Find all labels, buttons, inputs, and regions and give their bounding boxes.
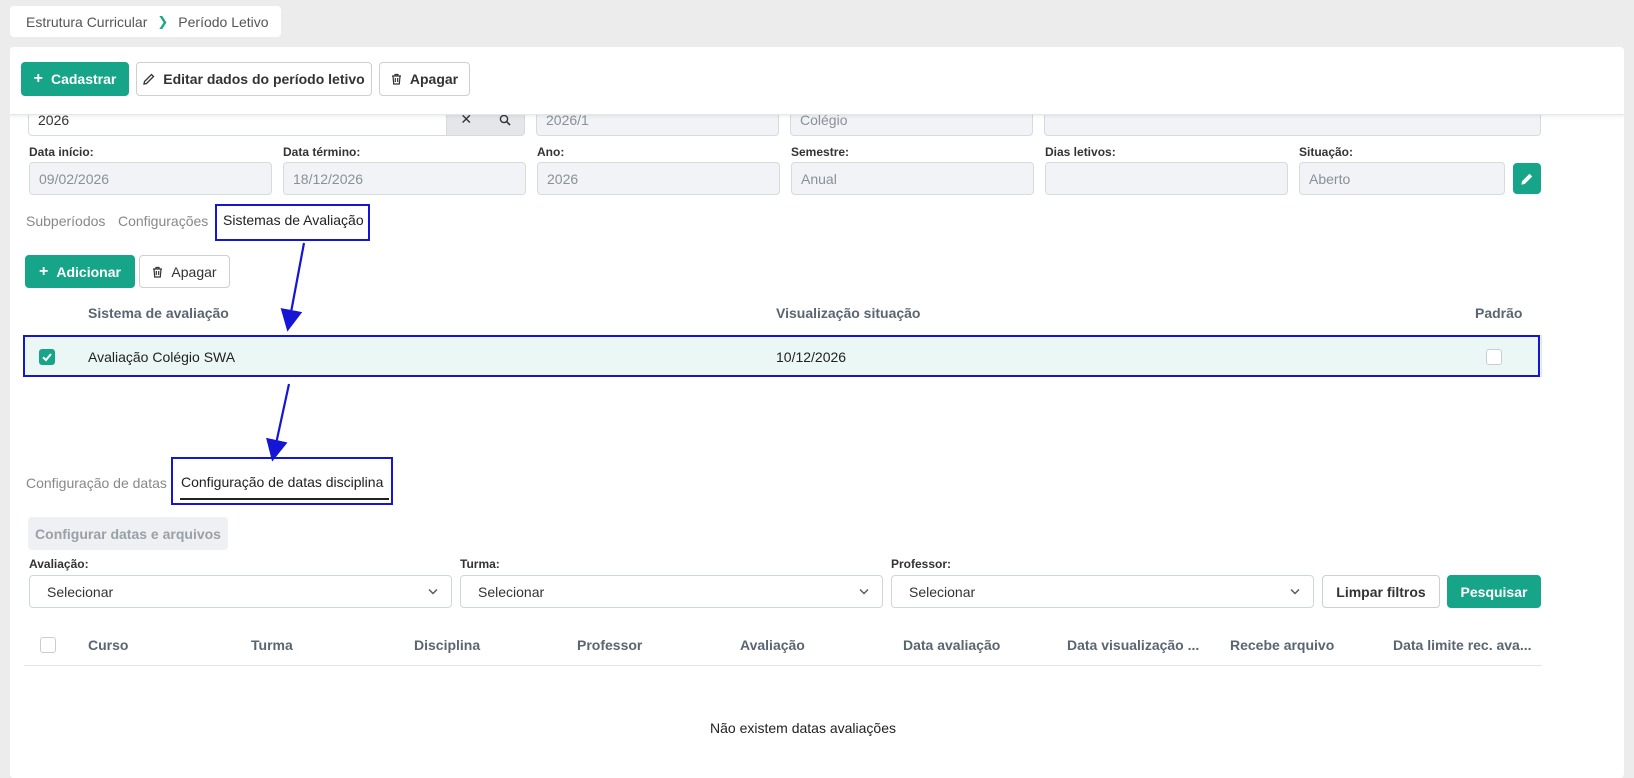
select-all-checkbox[interactable] xyxy=(40,637,56,653)
tab-configuracoes[interactable]: Configurações xyxy=(118,213,208,229)
avaliacao-label: Avaliação: xyxy=(29,557,89,571)
chevron-down-icon xyxy=(428,589,438,595)
data-inicio-field[interactable]: 09/02/2026 xyxy=(29,162,272,195)
adicionar-button[interactable]: + Adicionar xyxy=(25,255,135,288)
professor-select[interactable]: Selecionar xyxy=(891,575,1314,608)
toolbar: + Cadastrar Editar dados do período leti… xyxy=(10,47,1624,115)
limpar-filtros-button[interactable]: Limpar filtros xyxy=(1322,575,1440,608)
plus-icon: + xyxy=(33,70,43,87)
col-curso[interactable]: Curso xyxy=(88,637,128,653)
arrow-icon xyxy=(266,383,291,462)
col-padrao[interactable]: Padrão xyxy=(1475,305,1522,321)
semestre-field[interactable]: Anual xyxy=(791,162,1034,195)
trash-icon xyxy=(391,73,401,85)
col-turma[interactable]: Turma xyxy=(251,637,293,653)
pesquisar-button[interactable]: Pesquisar xyxy=(1447,575,1541,608)
annotation-box-subtab xyxy=(171,457,393,505)
cadastrar-button[interactable]: + Cadastrar xyxy=(21,62,129,96)
arrow-icon xyxy=(280,242,306,332)
pencil-icon xyxy=(143,73,155,85)
data-inicio-label: Data início: xyxy=(29,145,94,159)
semestre-label: Semestre: xyxy=(791,145,850,159)
col-professor[interactable]: Professor xyxy=(577,637,642,653)
col-sistema-avaliacao[interactable]: Sistema de avaliação xyxy=(88,305,229,321)
breadcrumb-parent[interactable]: Estrutura Curricular xyxy=(26,14,147,30)
edit-situacao-button[interactable] xyxy=(1513,163,1541,194)
chevron-down-icon xyxy=(1290,589,1300,595)
main-card: + Cadastrar Editar dados do período leti… xyxy=(10,47,1624,778)
col-data-avaliacao[interactable]: Data avaliação xyxy=(903,637,1000,653)
ano-label: Ano: xyxy=(537,145,565,159)
pencil-icon xyxy=(1521,173,1533,185)
turma-label: Turma: xyxy=(460,557,500,571)
breadcrumb-current: Período Letivo xyxy=(178,13,269,30)
apagar-sistema-button[interactable]: Apagar xyxy=(139,255,230,288)
plus-icon: + xyxy=(39,262,49,280)
chevron-down-icon xyxy=(859,589,869,595)
col-recebe-arquivo[interactable]: Recebe arquivo xyxy=(1230,637,1334,653)
subtab-configuracao-datas[interactable]: Configuração de datas xyxy=(26,475,167,491)
situacao-field[interactable]: Aberto xyxy=(1299,162,1505,195)
professor-label: Professor: xyxy=(891,557,952,571)
trash-icon xyxy=(153,266,163,278)
situacao-label: Situação: xyxy=(1299,145,1354,159)
tab-subperiodos[interactable]: Subperíodos xyxy=(26,213,105,229)
col-visualizacao-situacao[interactable]: Visualização situação xyxy=(776,305,920,321)
apagar-button[interactable]: Apagar xyxy=(379,62,470,96)
dias-letivos-label: Dias letivos: xyxy=(1045,145,1116,159)
annotation-box-row xyxy=(23,335,1540,377)
empty-message: Não existem datas avaliações xyxy=(710,720,896,736)
editar-button[interactable]: Editar dados do período letivo xyxy=(136,62,372,96)
dias-letivos-field[interactable] xyxy=(1045,162,1288,195)
col-data-visualizacao[interactable]: Data visualização ... xyxy=(1067,637,1199,653)
configurar-datas-button[interactable]: Configurar datas e arquivos xyxy=(28,517,228,550)
chevron-right-icon: ❯ xyxy=(157,13,169,29)
table-header-divider xyxy=(24,665,1542,666)
breadcrumb: Estrutura Curricular ❯ Período Letivo xyxy=(10,6,281,37)
annotation-box-tab xyxy=(215,204,370,241)
avaliacao-select[interactable]: Selecionar xyxy=(29,575,452,608)
ano-field[interactable]: 2026 xyxy=(537,162,780,195)
col-avaliacao[interactable]: Avaliação xyxy=(740,637,805,653)
turma-select[interactable]: Selecionar xyxy=(460,575,883,608)
col-data-limite[interactable]: Data limite rec. ava... xyxy=(1393,637,1532,653)
data-termino-field[interactable]: 18/12/2026 xyxy=(283,162,526,195)
data-termino-label: Data término: xyxy=(283,145,361,159)
search-icon[interactable] xyxy=(499,114,511,126)
col-disciplina[interactable]: Disciplina xyxy=(414,637,480,653)
